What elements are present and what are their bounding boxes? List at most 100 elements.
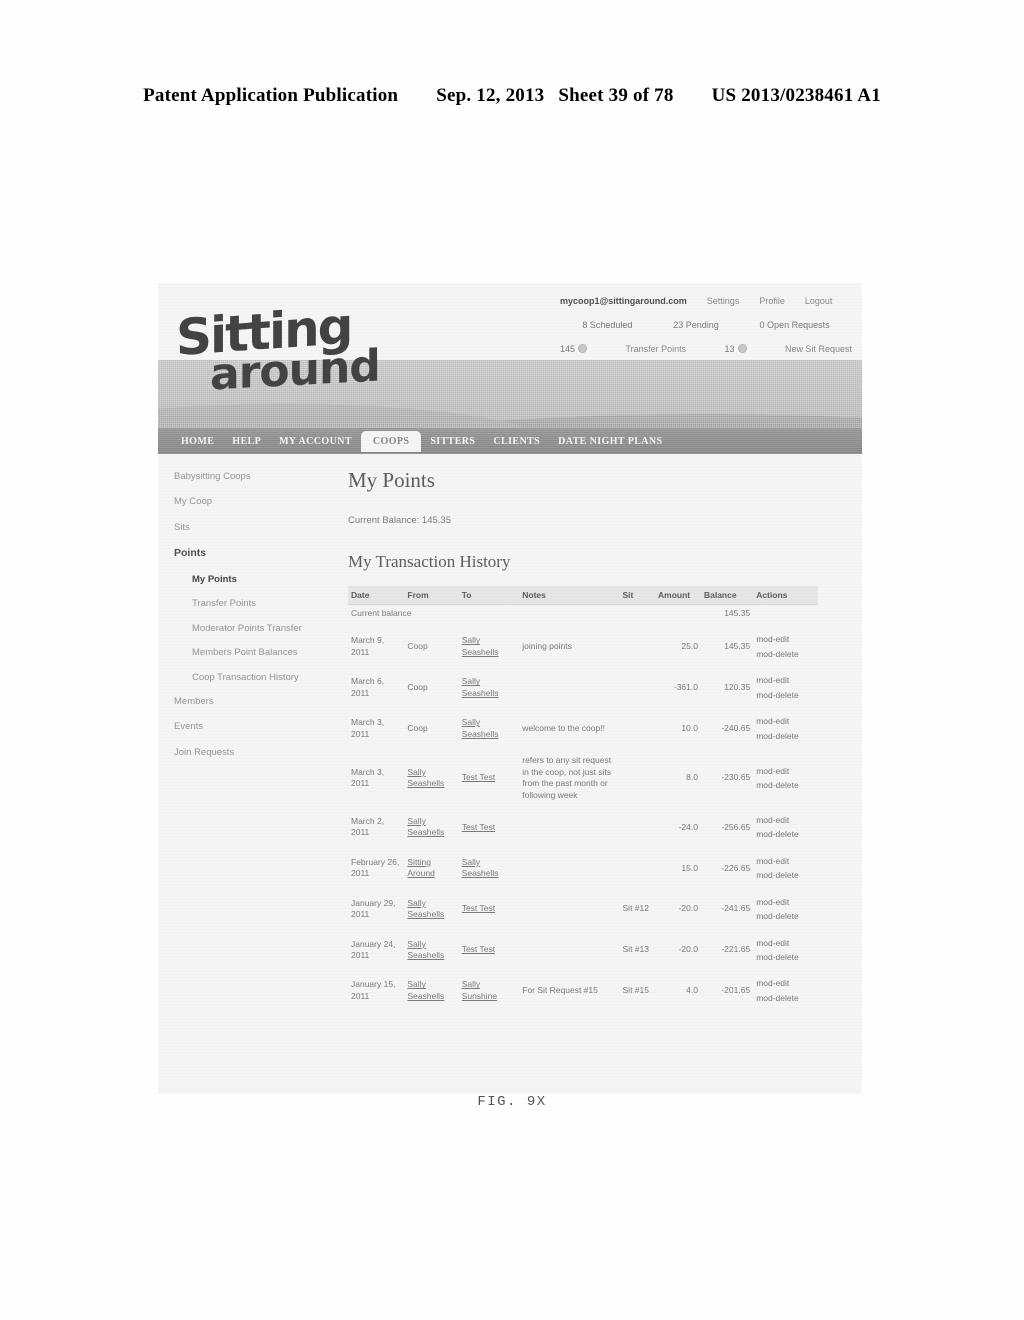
nav-item-home[interactable]: HOME	[172, 432, 223, 451]
sit-count-indicator[interactable]: 13	[725, 344, 747, 354]
cell-from[interactable]: Sally Seashells	[404, 930, 458, 971]
cell-from-link[interactable]: Sally Seashells	[407, 816, 444, 837]
sidebar-item-events[interactable]: Events	[174, 722, 330, 733]
cell-to[interactable]: Test Test	[459, 930, 520, 971]
column-header-actions[interactable]: Actions	[753, 586, 818, 605]
column-header-notes[interactable]: Notes	[519, 586, 620, 605]
sidebar-item-babysitting-coops[interactable]: Babysitting Coops	[174, 471, 330, 482]
points-balance-indicator[interactable]: 145	[560, 344, 588, 354]
cell-to[interactable]: Test Test	[459, 889, 520, 930]
sidebar-item-sits[interactable]: Sits	[174, 522, 330, 533]
logout-link[interactable]: Logout	[805, 296, 833, 306]
cell-balance: -230.65	[721, 772, 751, 783]
sidebar-item-transfer-points[interactable]: Transfer Points	[174, 598, 330, 609]
column-header-to[interactable]: To	[458, 586, 520, 605]
cell-from[interactable]: Sitting Around	[404, 848, 458, 889]
mod-edit-link[interactable]: mod-edit	[756, 895, 815, 909]
profile-link[interactable]: Profile	[759, 296, 785, 306]
nav-item-date-night-plans[interactable]: DATE NIGHT PLANS	[549, 432, 671, 451]
mod-delete-link[interactable]: mod-delete	[756, 950, 815, 964]
nav-item-clients[interactable]: CLIENTS	[484, 432, 549, 451]
cell-to[interactable]: Sally Seashells	[459, 708, 520, 749]
sidebar-item-points[interactable]: Points	[174, 548, 330, 560]
sidebar-item-members[interactable]: Members	[174, 696, 330, 707]
transfer-points-link[interactable]: Transfer Points	[625, 344, 686, 354]
cell-to[interactable]: Sally Seashells	[459, 667, 520, 708]
site-logo[interactable]: Sitting around	[176, 297, 380, 401]
mod-edit-link[interactable]: mod-edit	[756, 976, 815, 990]
cell-to-link[interactable]: Test Test	[462, 903, 495, 913]
table-row: March 3, 2011 Sally Seashells Test Test ref…	[348, 749, 818, 807]
account-email: mycoop1@sittingaround.com	[560, 296, 687, 306]
mod-delete-link[interactable]: mod-delete	[756, 729, 815, 743]
cell-to-link[interactable]: Sally Seashells	[462, 717, 499, 738]
logo-text-line2: around	[210, 340, 380, 401]
column-header-amount[interactable]: Amount	[655, 586, 701, 605]
sidebar-item-members-point-balances[interactable]: Members Point Balances	[174, 647, 330, 658]
cell-to-link[interactable]: Sally Sunshine	[462, 979, 497, 1000]
cell-to[interactable]: Test Test	[459, 749, 520, 807]
cell-notes: joining points	[522, 641, 572, 652]
cell-from[interactable]: Sally Seashells	[404, 889, 458, 930]
cell-to[interactable]: Test Test	[459, 807, 520, 848]
nav-item-sitters[interactable]: SITTERS	[421, 432, 484, 451]
cell-amount: -20.0	[678, 903, 698, 914]
mod-delete-link[interactable]: mod-delete	[756, 827, 815, 841]
mod-delete-link[interactable]: mod-delete	[756, 688, 815, 702]
cell-notes	[519, 667, 619, 708]
cell-actions: mod-edit mod-delete	[753, 970, 818, 1011]
mod-edit-link[interactable]: mod-edit	[756, 936, 815, 950]
settings-link[interactable]: Settings	[707, 296, 740, 306]
cell-from[interactable]: Sally Seashells	[404, 970, 458, 1011]
column-header-balance[interactable]: Balance	[700, 586, 754, 605]
cell-to-link[interactable]: Sally Seashells	[462, 635, 499, 656]
sidebar-item-moderator-points-transfer[interactable]: Moderator Points Transfer	[174, 623, 330, 634]
open-requests-count[interactable]: 0 Open Requests	[760, 320, 830, 330]
pending-count[interactable]: 23 Pending	[673, 320, 719, 330]
mod-edit-link[interactable]: mod-edit	[756, 854, 815, 868]
cell-to-link[interactable]: Test Test	[462, 772, 495, 782]
cell-from-link[interactable]: Sally Seashells	[407, 939, 444, 960]
mod-edit-link[interactable]: mod-edit	[756, 764, 815, 778]
current-balance-row-label: Current balance	[351, 608, 412, 618]
cell-from-link[interactable]: Sally Seashells	[407, 898, 444, 919]
sidebar-item-join-requests[interactable]: Join Requests	[174, 747, 330, 758]
table-row: January 15, 2011 Sally Seashells Sally Sun…	[348, 970, 818, 1011]
column-header-from[interactable]: From	[404, 586, 459, 605]
cell-date: March 3, 2011	[351, 766, 385, 789]
cell-to[interactable]: Sally Sunshine	[459, 970, 520, 1011]
cell-to-link[interactable]: Sally Seashells	[462, 676, 499, 697]
cell-actions: mod-edit mod-delete	[753, 889, 818, 930]
mod-edit-link[interactable]: mod-edit	[756, 632, 815, 646]
cell-to-link[interactable]: Test Test	[462, 822, 495, 832]
mod-delete-link[interactable]: mod-delete	[756, 909, 815, 923]
mod-delete-link[interactable]: mod-delete	[756, 647, 815, 661]
new-sit-request-link[interactable]: New Sit Request	[785, 344, 852, 354]
mod-delete-link[interactable]: mod-delete	[756, 868, 815, 882]
nav-item-coops[interactable]: COOPS	[360, 430, 422, 452]
mod-edit-link[interactable]: mod-edit	[756, 673, 815, 687]
scheduled-count[interactable]: 8 Scheduled	[582, 320, 632, 330]
sidebar-item-my-points[interactable]: My Points	[174, 574, 330, 585]
mod-edit-link[interactable]: mod-edit	[756, 714, 815, 728]
column-header-date[interactable]: Date	[348, 586, 405, 605]
cell-to[interactable]: Sally Seashells	[459, 626, 520, 667]
cell-to-link[interactable]: Test Test	[462, 944, 495, 954]
cell-notes	[519, 889, 619, 930]
cell-from-link[interactable]: Sally Seashells	[407, 979, 444, 1000]
nav-item-my-account[interactable]: MY ACCOUNT	[270, 432, 361, 451]
cell-to[interactable]: Sally Seashells	[459, 848, 520, 889]
cell-from-link[interactable]: Sally Seashells	[407, 767, 444, 788]
sidebar-item-my-coop[interactable]: My Coop	[174, 496, 330, 507]
cell-to-link[interactable]: Sally Seashells	[462, 857, 499, 878]
cell-balance: -240.65	[721, 722, 751, 733]
nav-item-help[interactable]: HELP	[223, 432, 270, 451]
mod-edit-link[interactable]: mod-edit	[756, 813, 815, 827]
cell-from[interactable]: Sally Seashells	[404, 807, 458, 848]
mod-delete-link[interactable]: mod-delete	[756, 778, 815, 792]
cell-from[interactable]: Sally Seashells	[404, 749, 458, 807]
cell-from-link[interactable]: Sitting Around	[407, 857, 434, 878]
sidebar-item-coop-transaction-history[interactable]: Coop Transaction History	[174, 672, 330, 683]
column-header-sit[interactable]: Sit	[619, 586, 656, 605]
mod-delete-link[interactable]: mod-delete	[756, 991, 815, 1005]
